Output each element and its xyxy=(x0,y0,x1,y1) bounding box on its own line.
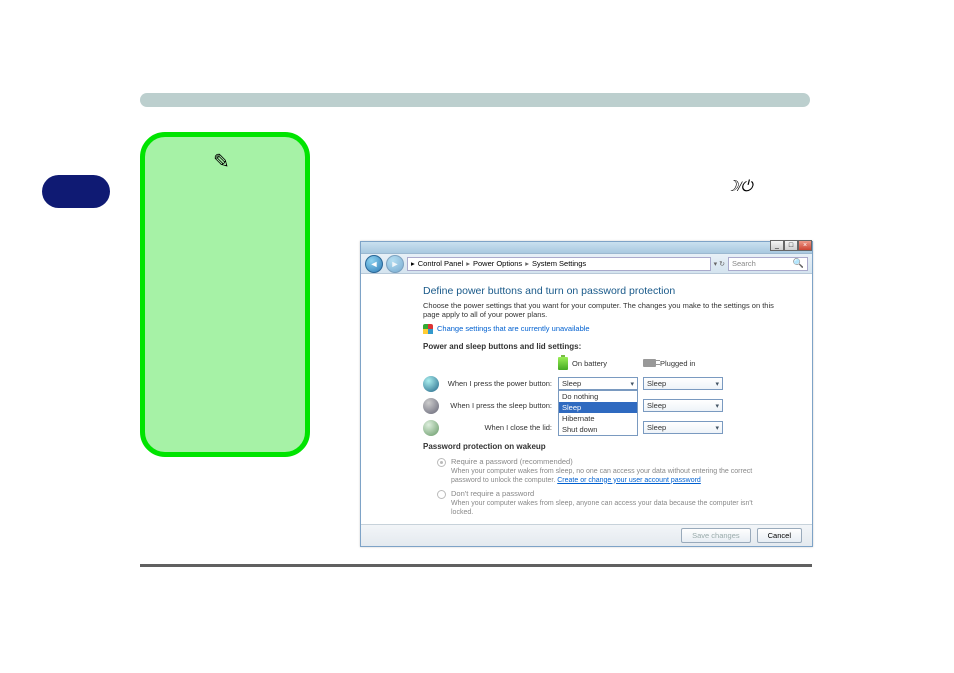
column-label-battery: On battery xyxy=(572,359,607,368)
settings-body: Define power buttons and turn on passwor… xyxy=(361,275,812,524)
system-settings-window: _ □ × ◄ ► ▸ Control Panel ▸ Power Option… xyxy=(360,241,813,547)
lid-plugged-dropdown[interactable]: Sleep ▾ xyxy=(643,421,723,434)
window-minimize-button[interactable]: _ xyxy=(770,240,784,251)
battery-icon xyxy=(558,357,568,370)
dropdown-value: Sleep xyxy=(647,423,666,432)
dropdown-option[interactable]: Sleep xyxy=(559,402,637,413)
breadcrumb[interactable]: ▸ Control Panel ▸ Power Options ▸ System… xyxy=(407,257,711,271)
row-power-button: When I press the power button: Sleep ▾ D… xyxy=(423,376,774,392)
sleep-button-icon xyxy=(423,398,439,414)
chevron-right-icon: ▸ xyxy=(525,259,529,268)
dropdown-value: Sleep xyxy=(647,379,666,388)
dropdown-value: Sleep xyxy=(647,401,666,410)
radio-dont-require-password: Don't require a password xyxy=(437,489,774,499)
section-heading-buttons-lid: Power and sleep buttons and lid settings… xyxy=(423,342,774,351)
chevron-down-icon: ▾ xyxy=(715,402,719,410)
chevron-down-icon: ▾ xyxy=(715,424,719,432)
breadcrumb-item[interactable]: Control Panel xyxy=(418,259,463,268)
page-description: Choose the power settings that you want … xyxy=(423,301,774,320)
uac-shield-icon xyxy=(423,324,433,334)
nav-back-button[interactable]: ◄ xyxy=(365,255,383,273)
radio-label: Require a password (recommended) xyxy=(451,457,573,466)
chevron-down-icon: ▾ xyxy=(630,380,634,388)
dropdown-menu: Do nothing Sleep Hibernate Shut down xyxy=(558,390,638,436)
page-title: Define power buttons and turn on passwor… xyxy=(423,285,774,297)
dropdown-option[interactable]: Do nothing xyxy=(559,391,637,402)
column-label-plugged: Plugged in xyxy=(660,359,695,368)
window-maximize-button[interactable]: □ xyxy=(784,240,798,251)
chevron-right-icon: ▸ xyxy=(466,259,470,268)
save-changes-button[interactable]: Save changes xyxy=(681,528,751,543)
lid-icon xyxy=(423,420,439,436)
change-unavailable-settings-link[interactable]: Change settings that are currently unava… xyxy=(437,324,590,333)
radio-label: Don't require a password xyxy=(451,489,534,498)
radio-description: When your computer wakes from sleep, no … xyxy=(451,468,761,486)
window-titlebar[interactable]: _ □ × xyxy=(361,242,812,254)
search-input[interactable]: Search 🔍 xyxy=(728,257,808,271)
sleep-power-glyph-icon: ☽/⏻ xyxy=(725,177,751,196)
row-label: When I close the lid: xyxy=(445,423,558,432)
radio-description: When your computer wakes from sleep, any… xyxy=(451,500,761,518)
nav-forward-button[interactable]: ► xyxy=(386,255,404,273)
footer-divider xyxy=(140,564,812,567)
side-tab-marker xyxy=(42,175,110,208)
note-callout-box: ✎ xyxy=(140,132,310,457)
breadcrumb-item[interactable]: Power Options xyxy=(473,259,522,268)
radio-require-password: Require a password (recommended) xyxy=(437,457,774,467)
cancel-button[interactable]: Cancel xyxy=(757,528,802,543)
radio-button xyxy=(437,458,446,467)
dropdown-value: Sleep xyxy=(562,379,581,388)
section-heading-password: Password protection on wakeup xyxy=(423,442,774,451)
plug-icon xyxy=(643,359,656,367)
search-placeholder: Search xyxy=(732,259,756,268)
dropdown-option[interactable]: Hibernate xyxy=(559,413,637,424)
sleep-button-plugged-dropdown[interactable]: Sleep ▾ xyxy=(643,399,723,412)
row-label: When I press the sleep button: xyxy=(445,401,558,410)
window-close-button[interactable]: × xyxy=(798,240,812,251)
pencil-icon: ✎ xyxy=(213,149,230,174)
chevron-down-icon: ▾ xyxy=(715,380,719,388)
power-button-icon xyxy=(423,376,439,392)
search-icon: 🔍 xyxy=(793,258,804,269)
refresh-icon[interactable]: ▾ ↻ xyxy=(714,260,725,268)
create-password-link[interactable]: Create or change your user account passw… xyxy=(557,477,701,484)
power-button-plugged-dropdown[interactable]: Sleep ▾ xyxy=(643,377,723,390)
window-footer: Save changes Cancel xyxy=(361,524,812,546)
explorer-nav-bar: ◄ ► ▸ Control Panel ▸ Power Options ▸ Sy… xyxy=(361,254,812,274)
breadcrumb-root-icon: ▸ xyxy=(411,259,415,268)
breadcrumb-item[interactable]: System Settings xyxy=(532,259,586,268)
power-button-battery-dropdown[interactable]: Sleep ▾ Do nothing Sleep Hibernate Shut … xyxy=(558,377,638,390)
dropdown-option[interactable]: Shut down xyxy=(559,424,637,435)
column-headers: On battery Plugged in xyxy=(423,357,774,370)
radio-button xyxy=(437,490,446,499)
row-label: When I press the power button: xyxy=(445,379,558,388)
header-divider xyxy=(140,93,810,107)
